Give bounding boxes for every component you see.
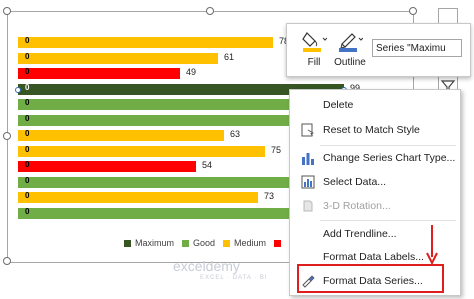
- red-arrow-icon: [426, 225, 438, 265]
- data-bar[interactable]: [18, 68, 180, 79]
- bar-value-label: 49: [186, 67, 197, 77]
- data-bar[interactable]: [18, 52, 218, 64]
- data-bar[interactable]: [18, 37, 273, 48]
- legend-label: Medium: [234, 238, 267, 248]
- bar-base-label: 0: [25, 144, 30, 154]
- chart-resize-handle-tl[interactable]: [3, 7, 11, 15]
- menu-separator: [320, 220, 456, 221]
- highlight-box: [297, 264, 444, 293]
- bar-value-label: 61: [224, 51, 235, 62]
- menu-item-label: Add Trendline...: [323, 228, 397, 240]
- menu-item-select-data[interactable]: Select Data...: [290, 171, 460, 193]
- outline-button[interactable]: Outline: [332, 29, 368, 68]
- legend-label: Maximum: [135, 238, 175, 248]
- series-selection-point[interactable]: [15, 87, 21, 93]
- data-bar[interactable]: [18, 192, 258, 203]
- bar-base-label: 0: [25, 129, 30, 138]
- menu-item-label: Delete: [323, 99, 354, 111]
- bar-value-label: 63: [230, 129, 241, 139]
- legend-swatch: [274, 239, 282, 247]
- bar-base-label: 0: [25, 98, 30, 107]
- menu-item-reset-to-match-style[interactable]: Reset to Match Style: [290, 119, 460, 141]
- bar-base-label: 0: [25, 175, 30, 185]
- menu-item-delete[interactable]: Delete: [290, 94, 460, 116]
- watermark-tagline: EXCEL · DATA · BI: [200, 275, 268, 281]
- bar-base-label: 0: [25, 113, 30, 123]
- menu-separator: [320, 145, 456, 146]
- chart-legend[interactable]: Maximum Good Medium: [124, 238, 282, 248]
- bar-base-label: 0: [25, 191, 30, 200]
- legend-swatch: [223, 239, 231, 247]
- chart-resize-handle-tm[interactable]: [206, 7, 214, 15]
- data-bar[interactable]: [18, 207, 290, 219]
- chart-resize-handle-tr[interactable]: [409, 7, 417, 15]
- bar-value-label: 75: [271, 144, 282, 155]
- legend-item-maximum[interactable]: Maximum: [124, 238, 174, 248]
- pen-icon: [337, 29, 364, 53]
- legend-swatch: [124, 239, 131, 247]
- menu-item-3d-rotation: 3-D Rotation...: [290, 195, 460, 217]
- data-bar[interactable]: [18, 130, 224, 141]
- bar-base-label: 0: [25, 160, 30, 169]
- outline-label: Outline: [334, 57, 366, 68]
- bar-base-label: 0: [25, 67, 30, 76]
- bar-base-label: 0: [25, 82, 30, 92]
- bar-base-label: 0: [25, 206, 30, 216]
- fill-label: Fill: [307, 57, 321, 68]
- bar-base-label: 0: [25, 51, 30, 61]
- data-bar[interactable]: [18, 99, 290, 110]
- chart-type-icon: [300, 150, 316, 166]
- select-data-icon: [300, 174, 316, 190]
- data-bar[interactable]: [18, 145, 265, 157]
- legend-item-medium[interactable]: Medium: [223, 238, 266, 248]
- watermark-brand: exceldemy: [173, 258, 240, 274]
- data-bar[interactable]: [18, 161, 196, 172]
- menu-item-label: 3-D Rotation...: [323, 200, 391, 212]
- menu-item-change-series-chart-type[interactable]: Change Series Chart Type...: [290, 147, 460, 169]
- menu-item-label: Reset to Match Style: [323, 124, 420, 136]
- menu-item-label: Change Series Chart Type...: [323, 152, 456, 164]
- fill-button[interactable]: Fill: [296, 29, 332, 68]
- data-bar[interactable]: [18, 114, 290, 126]
- menu-item-label: Select Data...: [323, 176, 387, 188]
- legend-label: Good: [193, 238, 216, 248]
- bar-value-label: 73: [264, 191, 275, 201]
- paint-bucket-icon: [301, 29, 328, 53]
- legend-item-low[interactable]: [274, 238, 282, 248]
- chart-resize-handle-bl[interactable]: [3, 257, 11, 265]
- chart-resize-handle-ml[interactable]: [3, 132, 11, 140]
- mini-toolbar: Fill Outline Series "Maximu: [286, 23, 471, 77]
- bar-base-label: 0: [25, 36, 30, 45]
- data-bar[interactable]: [18, 176, 290, 188]
- menu-item-label: Format Data Labels...: [323, 251, 424, 263]
- watermark-logo: exceldemy: [173, 258, 240, 274]
- bar-value-label: 54: [202, 160, 213, 170]
- legend-item-good[interactable]: Good: [182, 238, 215, 248]
- rotation-icon: [300, 198, 316, 214]
- legend-swatch: [182, 239, 190, 247]
- series-select-dropdown[interactable]: Series "Maximu: [372, 39, 462, 57]
- reset-icon: [300, 122, 316, 138]
